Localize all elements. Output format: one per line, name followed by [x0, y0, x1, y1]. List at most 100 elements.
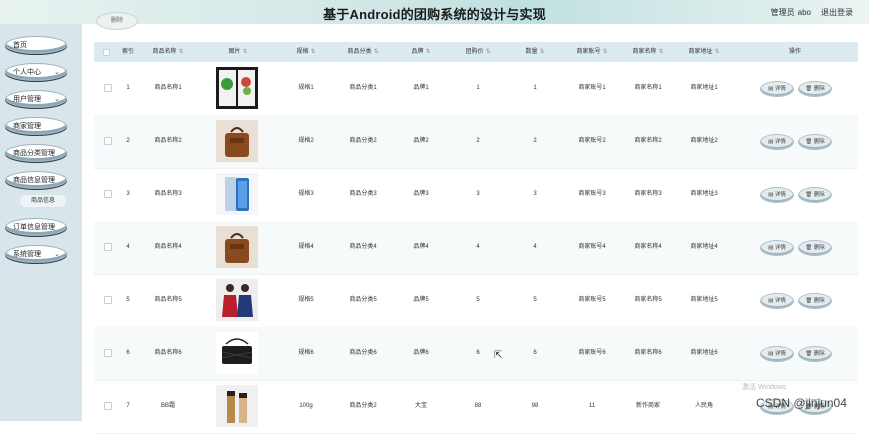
- col-merchant[interactable]: 商家名称 ⇅: [620, 42, 676, 62]
- cell-qty: 4: [533, 244, 537, 250]
- sidebar-item-home[interactable]: 首页: [5, 36, 67, 54]
- row-checkbox[interactable]: [104, 349, 112, 357]
- batch-delete-button[interactable]: 删除: [96, 12, 138, 30]
- col-spec[interactable]: 规格 ⇅: [278, 42, 334, 62]
- cell-acct: 11: [588, 403, 596, 409]
- table-row: 4 商品名称4 规格4 商品分类4 品牌4 4 4 商家账号4 商家名称4 商家地址4 ▤ 详情 🗑 …: [94, 221, 858, 275]
- col-actions: 操作: [788, 49, 801, 55]
- product-image: [216, 279, 258, 321]
- cell-cat: 商品分类5: [349, 297, 377, 303]
- sidebar-item-profile[interactable]: 个人中心 ⌄: [5, 63, 67, 81]
- chevron-down-icon: ⌄: [54, 96, 60, 103]
- sort-icon: ⇅: [539, 49, 545, 55]
- row-checkbox[interactable]: [104, 190, 112, 198]
- sidebar-item-products[interactable]: 商品信息管理: [5, 171, 67, 189]
- cell-acct: 商家账号6: [578, 350, 606, 356]
- cell-idx: 2: [126, 138, 130, 144]
- col-price[interactable]: 团购价 ⇅: [450, 42, 506, 62]
- sort-icon: ⇅: [425, 49, 431, 55]
- user-role: 管理员: [770, 8, 795, 17]
- cell-cat: 商品分类4: [349, 244, 377, 250]
- col-address[interactable]: 商家地址 ⇅: [676, 42, 732, 62]
- sidebar-item-label: 系统管理: [13, 251, 41, 258]
- cell-acct: 商家账号4: [578, 244, 606, 250]
- sidebar-item-label: 商品信息管理: [13, 177, 55, 184]
- row-checkbox[interactable]: [104, 137, 112, 145]
- sidebar-item-label: 商家管理: [13, 123, 41, 130]
- delete-button[interactable]: 🗑 删除: [798, 81, 832, 97]
- sidebar-item-label: 商品分类管理: [13, 150, 55, 157]
- cell-mname: 商家名称4: [634, 244, 662, 250]
- cell-qty: 3: [533, 191, 537, 197]
- cell-addr: 商家地址2: [690, 138, 718, 144]
- cell-name: 商品名称4: [154, 244, 182, 250]
- select-all-checkbox[interactable]: [103, 49, 110, 56]
- product-image: [216, 173, 258, 215]
- delete-button[interactable]: 🗑 删除: [798, 346, 832, 362]
- col-image[interactable]: 图片 ⇅: [198, 42, 278, 62]
- row-checkbox[interactable]: [104, 296, 112, 304]
- cell-qty: 5: [533, 297, 537, 303]
- row-checkbox[interactable]: [104, 243, 112, 251]
- row-checkbox[interactable]: [104, 84, 112, 92]
- detail-button[interactable]: ▤ 详情: [760, 134, 794, 150]
- username: abo: [797, 8, 811, 17]
- cell-mname: 新作商家: [635, 403, 660, 409]
- product-image: [216, 120, 258, 162]
- cell-addr: 商家地址6: [690, 350, 718, 356]
- cell-price: 1: [476, 85, 480, 91]
- cell-name: 商品名称5: [154, 297, 182, 303]
- cell-addr: 商家地址4: [690, 244, 718, 250]
- sidebar: 首页 个人中心 ⌄ 用户管理 ⌄ 商家管理 商品分类管理 商品信息管理 商品信息 订…: [0, 24, 82, 421]
- row-checkbox[interactable]: [104, 402, 112, 410]
- logout-link[interactable]: 退出登录: [821, 8, 853, 17]
- product-image: [216, 332, 258, 374]
- cell-addr: 商家地址5: [690, 297, 718, 303]
- cell-brand: 品牌2: [413, 138, 429, 144]
- delete-button[interactable]: 🗑 删除: [798, 187, 832, 203]
- detail-button[interactable]: ▤ 详情: [760, 293, 794, 309]
- col-name[interactable]: 商品名称 ⇅: [138, 42, 198, 62]
- sort-icon: ⇅: [242, 49, 248, 55]
- cell-cat: 商品分类1: [349, 85, 377, 91]
- detail-button[interactable]: ▤ 详情: [760, 346, 794, 362]
- cell-brand: 品牌5: [413, 297, 429, 303]
- detail-button[interactable]: ▤ 详情: [760, 240, 794, 256]
- sort-icon: ⇅: [178, 49, 184, 55]
- sidebar-subitem-product-info[interactable]: 商品信息: [20, 195, 66, 207]
- detail-button[interactable]: ▤ 详情: [760, 81, 794, 97]
- mouse-cursor-icon: ⇱: [494, 350, 503, 361]
- cell-spec: 100g: [299, 403, 313, 409]
- cell-addr: 人民角: [694, 403, 713, 409]
- user-info: 管理员 abo 退出登录: [761, 7, 853, 18]
- cell-price: 4: [476, 244, 480, 250]
- sidebar-item-orders[interactable]: 订单信息管理: [5, 218, 67, 236]
- delete-button[interactable]: 🗑 删除: [798, 134, 832, 150]
- cell-cat: 商品分类2: [349, 403, 377, 409]
- cell-cat: 商品分类6: [349, 350, 377, 356]
- windows-activation-watermark: 激活 Windows: [742, 384, 787, 391]
- delete-button[interactable]: 🗑 删除: [798, 293, 832, 309]
- table-row: 2 商品名称2 规格2 商品分类2 品牌2 2 2 商家账号2 商家名称2 商家地址2 ▤ 详情 🗑 …: [94, 115, 858, 169]
- col-account[interactable]: 商家账号 ⇅: [564, 42, 620, 62]
- sidebar-item-users[interactable]: 用户管理 ⌄: [5, 90, 67, 108]
- col-category[interactable]: 商品分类 ⇅: [334, 42, 392, 62]
- select-all-header[interactable]: [94, 42, 118, 62]
- table-row: 3 商品名称3 规格3 商品分类3 品牌3 3 3 商家账号3 商家名称3 商家地址3 ▤ 详情 🗑 …: [94, 168, 858, 222]
- delete-button[interactable]: 🗑 删除: [798, 240, 832, 256]
- cell-idx: 3: [126, 191, 130, 197]
- cell-qty: 1: [533, 85, 537, 91]
- sidebar-item-merchants[interactable]: 商家管理: [5, 117, 67, 135]
- cell-price: 2: [476, 138, 480, 144]
- chevron-down-icon: ⌄: [54, 69, 60, 76]
- cell-qty: 2: [533, 138, 537, 144]
- cell-name: 商品名称1: [154, 85, 182, 91]
- sidebar-item-categories[interactable]: 商品分类管理: [5, 144, 67, 162]
- sidebar-item-system[interactable]: 系统管理 ⌄: [5, 245, 67, 263]
- detail-button[interactable]: ▤ 详情: [760, 187, 794, 203]
- cell-price: 88: [474, 403, 482, 409]
- col-brand[interactable]: 品牌 ⇅: [392, 42, 450, 62]
- col-qty[interactable]: 数量 ⇅: [506, 42, 564, 62]
- cell-acct: 商家账号3: [578, 191, 606, 197]
- cell-mname: 商家名称5: [634, 297, 662, 303]
